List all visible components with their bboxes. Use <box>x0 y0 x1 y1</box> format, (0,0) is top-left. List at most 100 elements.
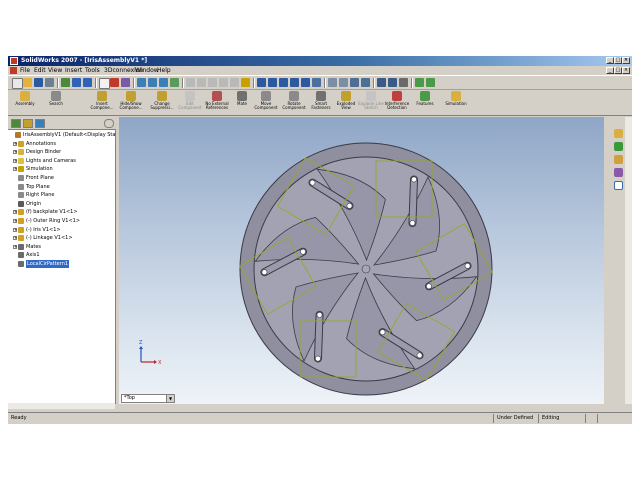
tree-node-label: Design Binder <box>26 149 62 156</box>
expand-icon[interactable]: + <box>13 219 17 223</box>
rebuild-icon[interactable] <box>61 78 70 87</box>
move-component-button[interactable]: Move Component <box>252 91 280 115</box>
menu-insert[interactable]: Insert <box>65 67 82 74</box>
search-button[interactable]: Search <box>43 91 69 115</box>
close-button[interactable]: × <box>622 57 630 64</box>
help-icon[interactable] <box>121 78 130 87</box>
smart-fasteners-button[interactable]: Smart Fasteners <box>308 91 334 115</box>
interference-detection-button[interactable]: Interference Detection <box>384 91 410 115</box>
design-library-tab-icon[interactable] <box>614 142 623 151</box>
expand-icon[interactable]: + <box>13 236 17 241</box>
title-bar: SolidWorks 2007 - [IrisAssemblyV1 *] _ □… <box>8 56 632 66</box>
perspective-icon[interactable] <box>377 78 386 87</box>
resources-tab-icon[interactable] <box>614 129 623 138</box>
select-icon[interactable] <box>99 78 110 89</box>
menu-bar: File Edit View Insert Tools 3Dconnexion … <box>8 66 632 75</box>
doc-minimize-button[interactable]: _ <box>606 67 614 74</box>
rebuild-status-icon[interactable] <box>585 414 597 423</box>
no-external-references-button[interactable]: No External References <box>202 91 232 115</box>
mate-button[interactable]: Mate <box>232 91 252 115</box>
expand-icon[interactable]: + <box>13 227 17 232</box>
shaded-icon[interactable] <box>350 78 359 87</box>
sketch-spline-icon[interactable] <box>219 78 228 87</box>
section-view-icon[interactable] <box>148 78 157 87</box>
propertymanager-tab-icon[interactable] <box>23 119 33 128</box>
options-icon[interactable] <box>110 78 119 87</box>
sketch-arc-icon[interactable] <box>197 78 206 87</box>
camera-icon[interactable] <box>399 78 408 87</box>
simulation-label: Simulation <box>445 101 467 106</box>
panel-horizontal-scrollbar[interactable] <box>8 403 115 409</box>
mates-icon <box>18 243 24 250</box>
minimize-button[interactable]: _ <box>606 57 614 64</box>
hide-show-components-button[interactable]: Hide/Show Compone... <box>116 91 146 115</box>
display-icon[interactable] <box>159 78 168 87</box>
help-status-icon[interactable] <box>597 414 611 423</box>
view-palette-tab-icon[interactable] <box>614 168 623 177</box>
appearance-icon[interactable] <box>170 78 179 87</box>
menu-tools[interactable]: Tools <box>85 67 100 74</box>
standard-views-icon[interactable] <box>312 78 321 87</box>
rotate-view-icon[interactable] <box>290 78 299 87</box>
collapse-task-pane-icon[interactable] <box>614 181 623 190</box>
view-icon[interactable] <box>137 78 146 87</box>
explode-line-sketch-button[interactable]: Explode Line Sketch <box>358 91 384 115</box>
edit-component-button[interactable]: Edit Component <box>178 91 202 115</box>
menu-window[interactable]: Window <box>135 67 159 74</box>
menu-edit[interactable]: Edit <box>34 67 46 74</box>
shaded-edges-icon[interactable] <box>361 78 370 87</box>
doc-restore-button[interactable]: □ <box>614 67 622 74</box>
triad-x-arrow <box>154 360 157 364</box>
menu-help[interactable]: Help <box>157 67 171 74</box>
sketch-point-icon[interactable] <box>208 78 217 87</box>
change-suppression-button[interactable]: Change Suppressi... <box>146 91 178 115</box>
expand-icon[interactable]: + <box>13 150 17 155</box>
graphics-area[interactable]: X Z <box>119 117 604 404</box>
insert-components-button[interactable]: Insert Compone... <box>88 91 116 115</box>
simulation-tab[interactable]: Simulation <box>442 91 470 115</box>
save-icon[interactable] <box>34 78 43 87</box>
expand-icon[interactable]: + <box>13 167 17 172</box>
doc-close-button[interactable]: × <box>622 67 630 74</box>
sketch-line-icon[interactable] <box>186 78 195 87</box>
shadows-icon[interactable] <box>388 78 397 87</box>
print-icon[interactable] <box>45 78 54 87</box>
features-tab[interactable]: Features <box>412 91 438 115</box>
render-icon[interactable] <box>426 78 435 87</box>
menu-file[interactable]: File <box>20 67 30 74</box>
file-explorer-tab-icon[interactable] <box>614 155 623 164</box>
solidworks-window: SolidWorks 2007 - [IrisAssemblyV1 *] _ □… <box>8 56 632 424</box>
zoom-icon[interactable] <box>279 78 288 87</box>
photoworks-icon[interactable] <box>415 78 424 87</box>
chevron-down-icon[interactable]: ▼ <box>166 395 174 402</box>
redo-icon[interactable] <box>83 78 92 87</box>
pan-icon[interactable] <box>301 78 310 87</box>
explode-line-sketch-icon <box>366 91 376 101</box>
menu-view[interactable]: View <box>48 67 62 74</box>
sketch-dimension-icon[interactable] <box>230 78 239 87</box>
new-icon[interactable] <box>12 78 23 89</box>
zoom-fit-icon[interactable] <box>257 78 266 87</box>
undo-icon[interactable] <box>72 78 81 87</box>
tree-node-label: (-) Linkage V1<1> <box>26 235 73 242</box>
maximize-button[interactable]: □ <box>614 57 622 64</box>
center-hub[interactable] <box>361 264 371 274</box>
view-orientation-select[interactable]: *Top ▼ <box>121 394 175 403</box>
configuration-tab-icon[interactable] <box>35 119 45 128</box>
open-icon[interactable] <box>23 78 32 87</box>
sketch-relations-icon[interactable] <box>241 78 250 87</box>
expand-icon[interactable]: + <box>13 210 17 215</box>
collapse-panel-icon[interactable] <box>104 119 114 128</box>
expand-icon[interactable]: + <box>13 244 17 249</box>
graphics-vertical-scrollbar[interactable] <box>625 117 632 404</box>
assembly-tab[interactable]: Assembly <box>10 91 40 115</box>
expand-icon[interactable]: + <box>13 141 17 146</box>
rotate-component-button[interactable]: Rotate Component <box>280 91 308 115</box>
exploded-view-button[interactable]: Exploded View <box>334 91 358 115</box>
document-icon[interactable] <box>10 67 17 74</box>
wireframe-icon[interactable] <box>328 78 337 87</box>
hidden-lines-icon[interactable] <box>339 78 348 87</box>
expand-icon[interactable]: + <box>13 158 17 163</box>
featuremanager-tab-icon[interactable] <box>11 119 21 128</box>
zoom-area-icon[interactable] <box>268 78 277 87</box>
